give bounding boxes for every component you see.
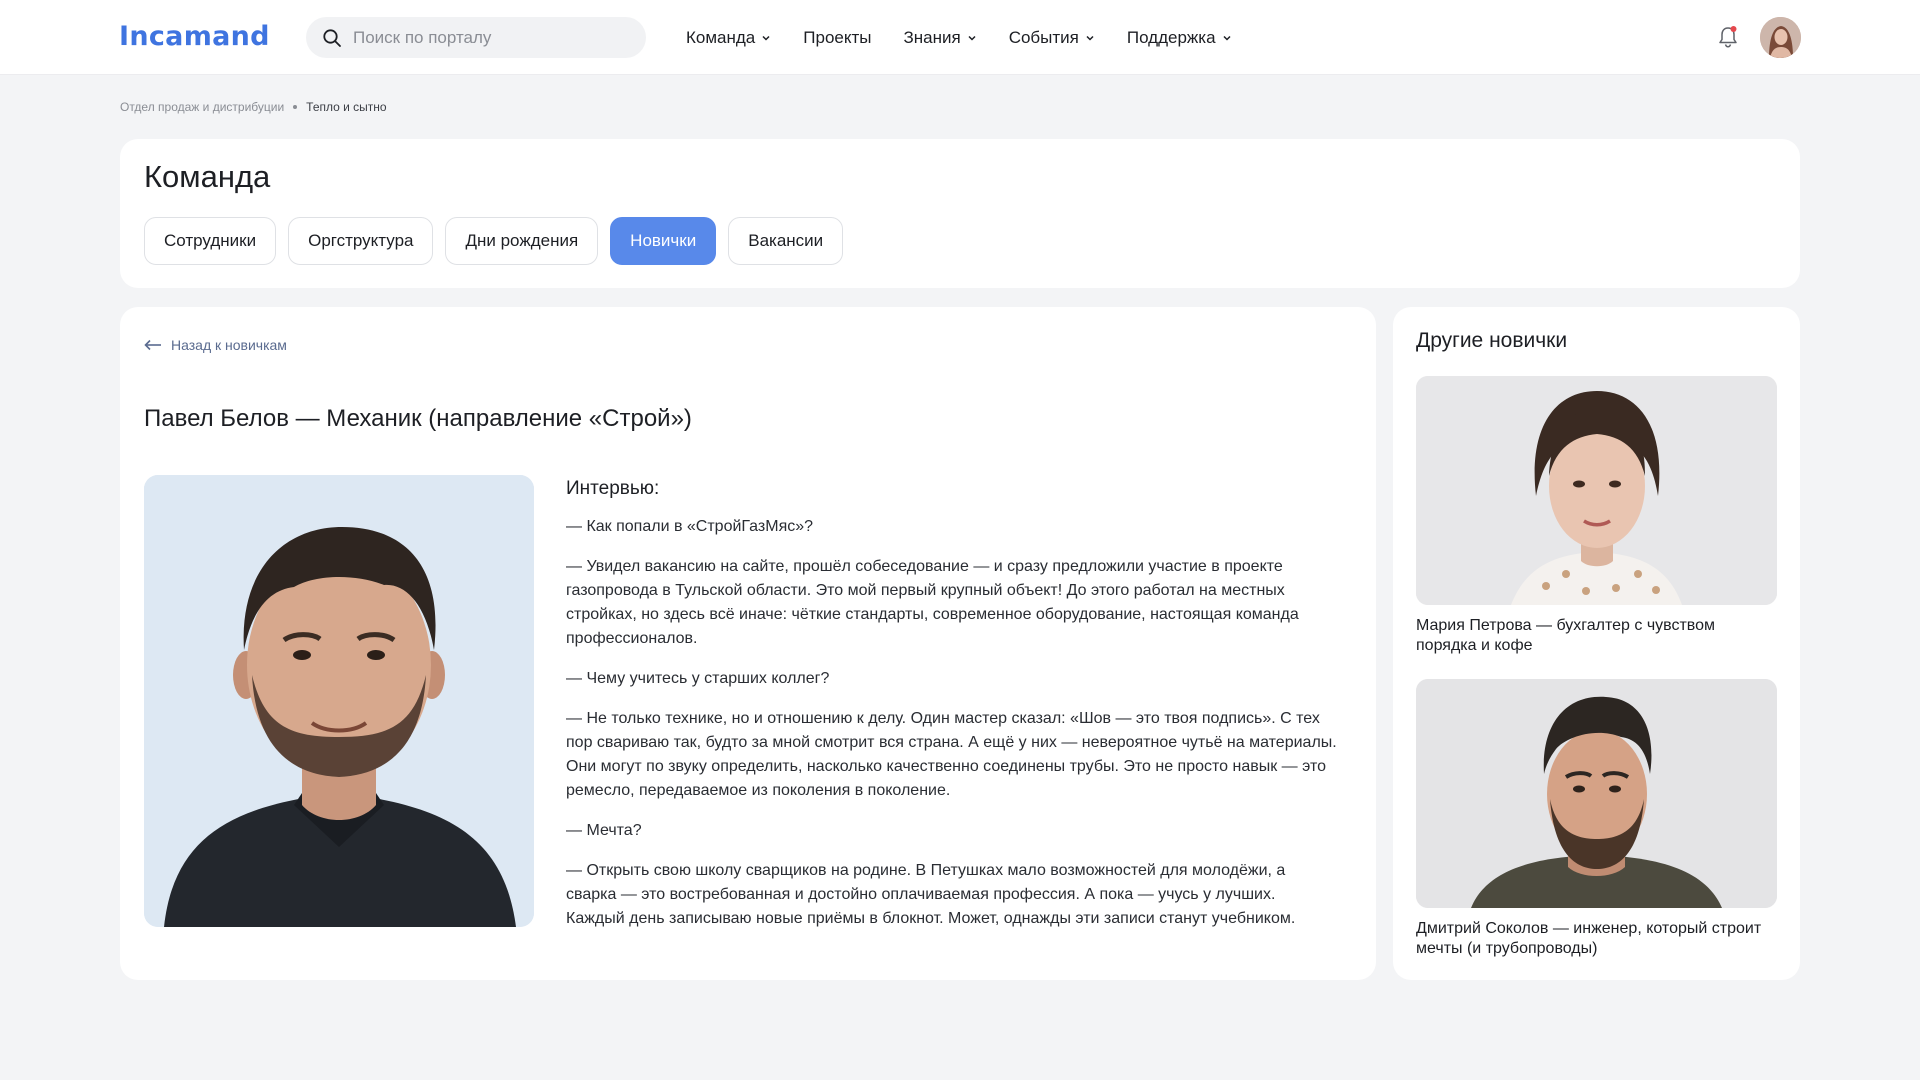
tab-vacancies[interactable]: Вакансии: [728, 217, 844, 265]
sidebar-title: Другие новички: [1416, 329, 1568, 352]
interview-answer: — Увидел вакансию на сайте, прошёл собес…: [566, 558, 1299, 647]
search-input[interactable]: [353, 17, 633, 58]
search-box[interactable]: [306, 17, 646, 58]
interview-heading: Интервью:: [566, 478, 660, 499]
notification-dot: [1730, 26, 1737, 32]
nav-item-events[interactable]: События: [1009, 28, 1095, 48]
interview-question: — Мечта?: [566, 822, 642, 839]
nav-item-label: События: [1008, 27, 1079, 47]
breadcrumb: Отдел продаж и дистрибуции Тепло и сытно: [120, 100, 387, 114]
arrow-left-icon: [144, 339, 161, 351]
newcomer-photo: [1416, 679, 1777, 908]
interview-answer: — Открыть свою школу сварщиков на родине…: [566, 862, 1296, 927]
main-nav: Команда Проекты Знания События Поддержка: [686, 0, 1264, 75]
nav-item-label: Знания: [903, 27, 961, 47]
employee-photo: [144, 475, 534, 927]
newcomer-photo: [1416, 376, 1777, 605]
nav-item-label: Поддержка: [1126, 27, 1216, 47]
newcomer-card[interactable]: Мария Петрова — бухгалтер с чувством пор…: [1416, 376, 1777, 656]
team-tabs: Сотрудники Оргструктура Дни рождения Нов…: [144, 217, 855, 265]
newcomer-caption: Дмитрий Соколов — инженер, который строи…: [1416, 920, 1762, 957]
interview-answer: — Не только технике, но и отношению к де…: [566, 710, 1337, 799]
chevron-down-icon: [1086, 35, 1094, 41]
nav-item-label: Проекты: [803, 27, 872, 47]
nav-item-team[interactable]: Команда: [686, 28, 771, 48]
other-newcomers-card: Другие новички Мария Петрова — бухгалтер…: [1393, 307, 1800, 980]
nav-item-projects[interactable]: Проекты: [803, 28, 871, 48]
breadcrumb-link[interactable]: Отдел продаж и дистрибуции: [120, 100, 284, 114]
search-icon: [323, 29, 341, 47]
tab-birthdays[interactable]: Дни рождения: [445, 217, 599, 265]
interview: Интервью: — Как попали в «СтройГазМяс»? …: [566, 475, 1338, 947]
interview-question: — Чему учитесь у старших коллег?: [566, 670, 830, 687]
article-card: Назад к новичкам Павел Белов — Механик (…: [120, 307, 1376, 980]
chevron-down-icon: [762, 35, 770, 41]
back-link-label: Назад к новичкам: [171, 337, 287, 353]
nav-item-knowledge[interactable]: Знания: [903, 28, 976, 48]
team-panel: Команда Сотрудники Оргструктура Дни рожд…: [120, 139, 1800, 288]
user-avatar[interactable]: [1760, 17, 1801, 58]
back-link[interactable]: Назад к новичкам: [144, 337, 287, 353]
interview-question: — Как попали в «СтройГазМяс»?: [566, 518, 814, 535]
top-header: Incamand Команда Проекты Знания События …: [0, 0, 1920, 75]
newcomer-caption: Мария Петрова — бухгалтер с чувством пор…: [1416, 617, 1716, 654]
tab-org-structure[interactable]: Оргструктура: [288, 217, 434, 265]
nav-item-support[interactable]: Поддержка: [1127, 28, 1232, 48]
tab-newcomers[interactable]: Новички: [610, 217, 717, 265]
nav-item-label: Команда: [686, 27, 756, 47]
bell-icon[interactable]: [1717, 25, 1739, 49]
article-title: Павел Белов — Механик (направление «Стро…: [144, 405, 692, 432]
logo[interactable]: Incamand: [119, 21, 270, 52]
breadcrumb-current: Тепло и сытно: [306, 100, 387, 114]
breadcrumb-separator: [293, 105, 298, 109]
chevron-down-icon: [1223, 35, 1231, 41]
chevron-down-icon: [968, 35, 976, 41]
newcomer-card[interactable]: Дмитрий Соколов — инженер, который строи…: [1416, 679, 1777, 959]
page-title: Команда: [144, 159, 271, 194]
tab-employees[interactable]: Сотрудники: [144, 217, 277, 265]
